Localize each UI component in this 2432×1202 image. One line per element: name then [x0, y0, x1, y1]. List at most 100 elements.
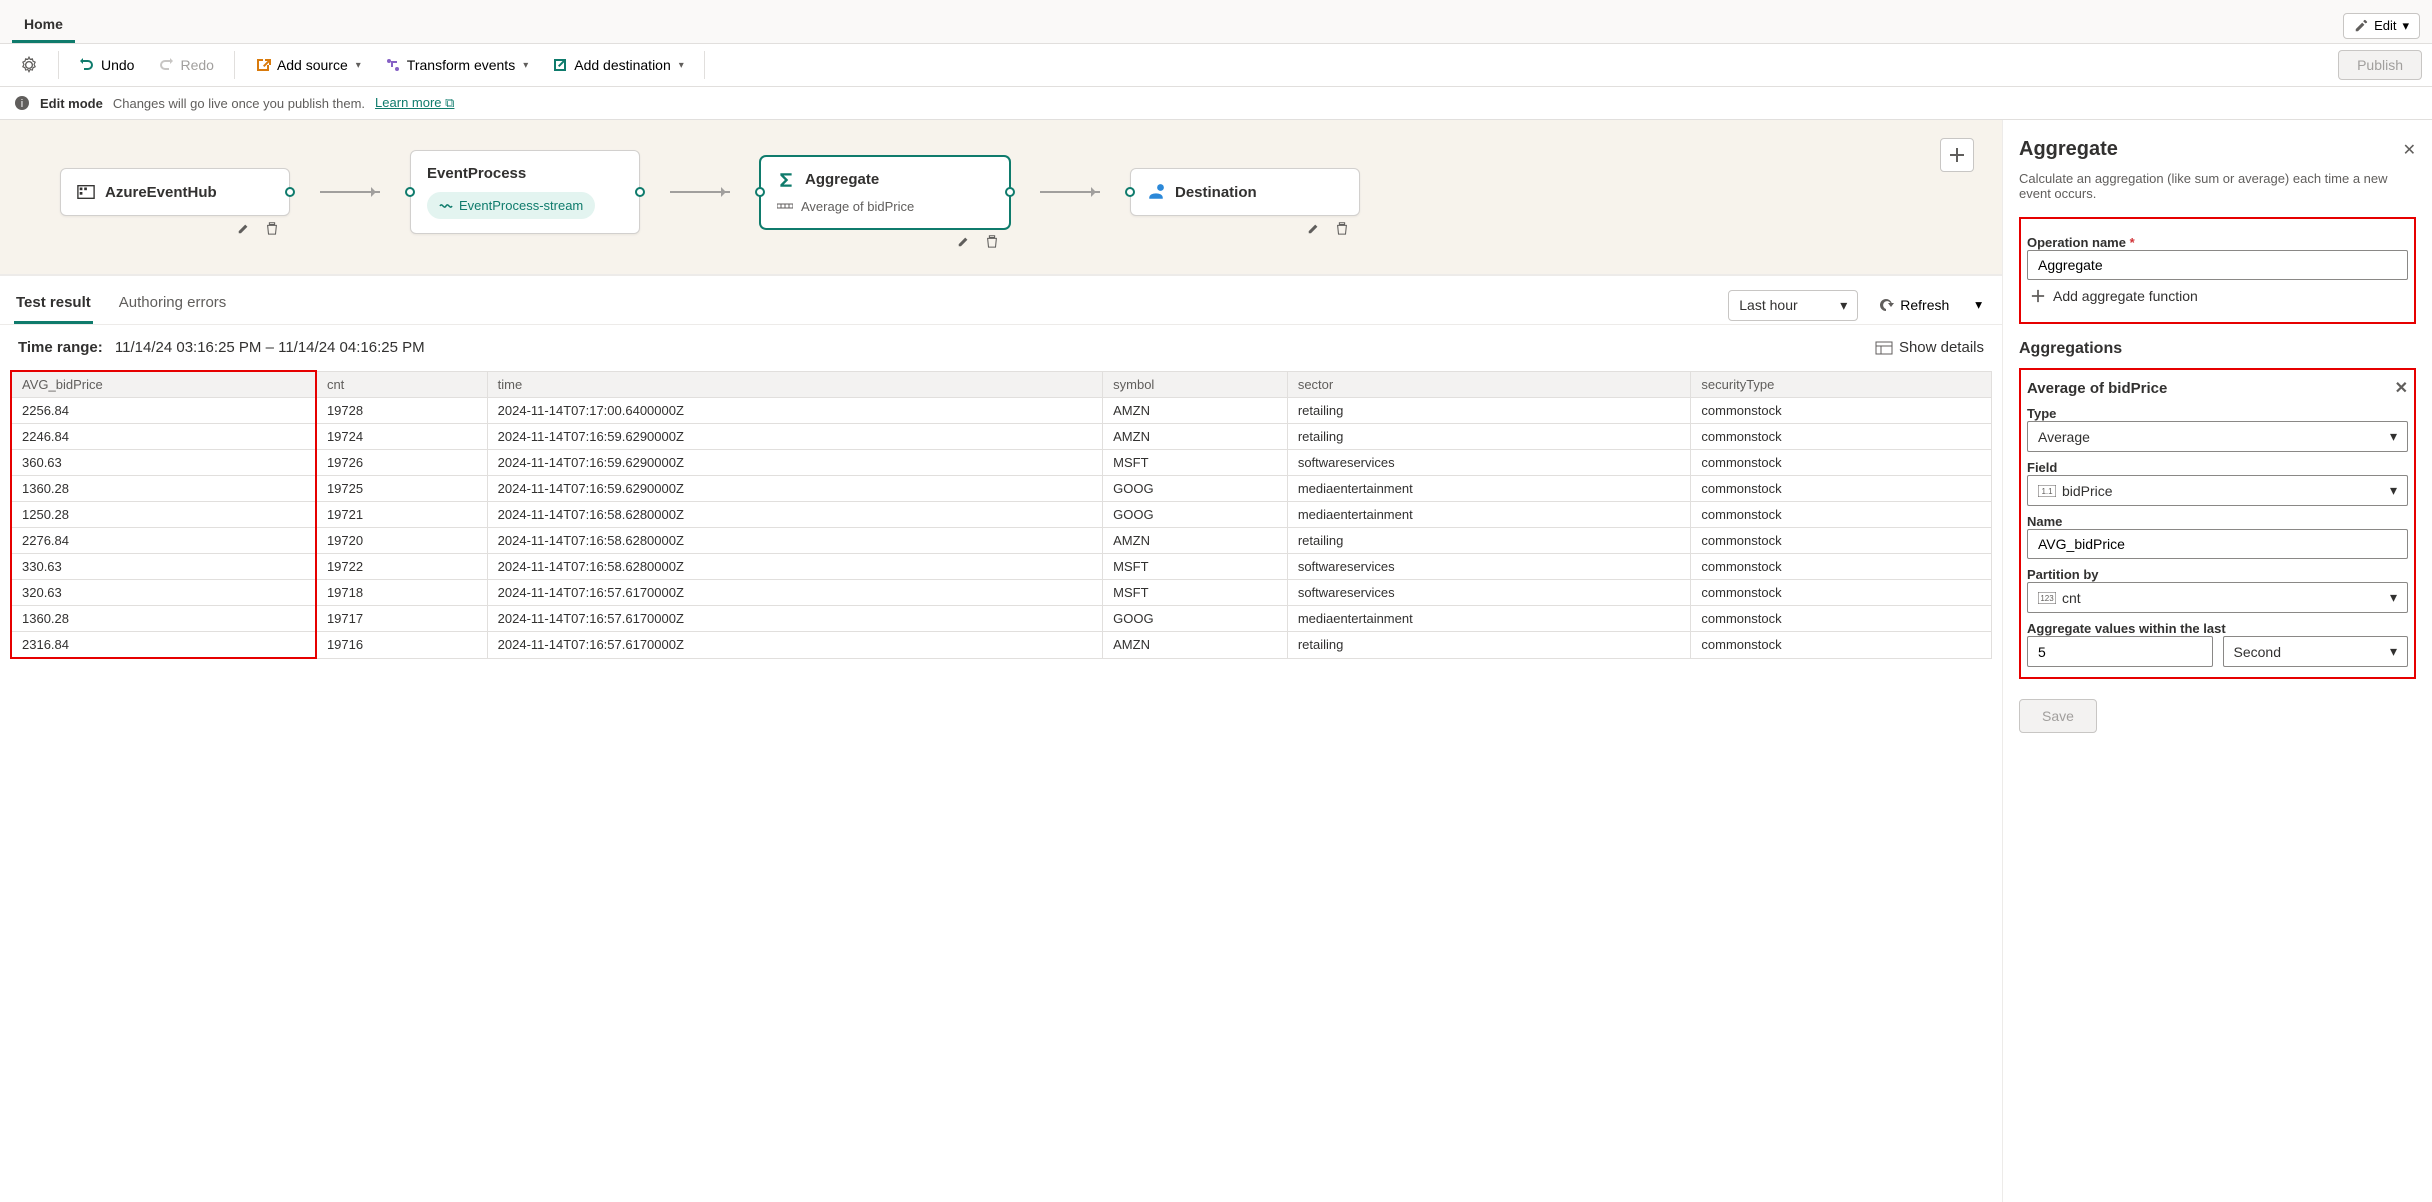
table-cell: AMZN — [1103, 424, 1288, 450]
svg-text:123: 123 — [2040, 594, 2054, 603]
table-header[interactable]: symbol — [1103, 371, 1288, 398]
save-button[interactable]: Save — [2019, 699, 2097, 733]
table-cell: mediaentertainment — [1287, 476, 1691, 502]
chevron-down-icon: ▾ — [1840, 297, 1847, 314]
table-cell: 19721 — [316, 502, 487, 528]
table-header[interactable]: cnt — [316, 371, 487, 398]
arrow-in-icon — [255, 57, 271, 73]
table-row[interactable]: 360.63197262024-11-14T07:16:59.6290000ZM… — [11, 450, 1992, 476]
table-header[interactable]: time — [487, 371, 1102, 398]
publish-button[interactable]: Publish — [2338, 50, 2422, 80]
refresh-icon — [1878, 297, 1894, 313]
table-cell: 2024-11-14T07:17:00.6400000Z — [487, 398, 1102, 424]
chevron-down-icon: ▾ — [2390, 428, 2397, 445]
table-cell: commonstock — [1691, 502, 1992, 528]
node-aggregate[interactable]: Aggregate Average of bidPrice — [760, 156, 1010, 229]
svg-text:i: i — [21, 98, 23, 110]
table-row[interactable]: 1250.28197212024-11-14T07:16:58.6280000Z… — [11, 502, 1992, 528]
table-cell: 19726 — [316, 450, 487, 476]
field-select[interactable]: 1.1 bidPrice ▾ — [2027, 475, 2408, 506]
plus-icon — [2031, 289, 2045, 303]
destination-icon — [1147, 183, 1165, 201]
flow-arrow — [1040, 191, 1100, 193]
table-cell: softwareservices — [1287, 580, 1691, 606]
chevron-down-icon: ▾ — [2390, 643, 2397, 660]
table-row[interactable]: 1360.28197172024-11-14T07:16:57.6170000Z… — [11, 606, 1992, 632]
name-input[interactable] — [2027, 529, 2408, 559]
add-aggregate-function[interactable]: Add aggregate function — [2027, 280, 2408, 312]
node-process[interactable]: EventProcess EventProcess-stream — [410, 150, 640, 234]
tab-test-result[interactable]: Test result — [14, 286, 93, 324]
chevron-down-icon: ▾ — [356, 60, 361, 71]
table-cell: 330.63 — [11, 554, 316, 580]
table-cell: 19717 — [316, 606, 487, 632]
add-source-button[interactable]: Add source ▾ — [245, 51, 371, 79]
table-cell: 19724 — [316, 424, 487, 450]
node-source[interactable]: AzureEventHub — [60, 168, 290, 216]
refresh-button[interactable]: Refresh — [1868, 291, 1959, 319]
table-cell: retailing — [1287, 398, 1691, 424]
edit-dropdown[interactable]: Edit ▾ — [2343, 13, 2420, 39]
table-cell: 360.63 — [11, 450, 316, 476]
trash-icon[interactable] — [261, 217, 283, 239]
table-header[interactable]: securityType — [1691, 371, 1992, 398]
partition-select[interactable]: 123 cnt ▾ — [2027, 582, 2408, 613]
table-row[interactable]: 2256.84197282024-11-14T07:17:00.6400000Z… — [11, 398, 1992, 424]
table-cell: AMZN — [1103, 528, 1288, 554]
table-cell: 19728 — [316, 398, 487, 424]
transform-events-button[interactable]: Transform events ▾ — [375, 51, 538, 79]
redo-button[interactable]: Redo — [148, 51, 223, 79]
table-cell: 1360.28 — [11, 606, 316, 632]
table-row[interactable]: 2246.84197242024-11-14T07:16:59.6290000Z… — [11, 424, 1992, 450]
table-cell: commonstock — [1691, 424, 1992, 450]
table-row[interactable]: 2276.84197202024-11-14T07:16:58.6280000Z… — [11, 528, 1992, 554]
operation-name-input[interactable] — [2027, 250, 2408, 280]
table-header[interactable]: sector — [1287, 371, 1691, 398]
table-cell: GOOG — [1103, 476, 1288, 502]
learn-more-link[interactable]: Learn more ⧉ — [375, 95, 454, 111]
table-row[interactable]: 320.63197182024-11-14T07:16:57.6170000ZM… — [11, 580, 1992, 606]
eventhub-icon — [77, 183, 95, 201]
window-number-input[interactable] — [2027, 636, 2213, 667]
add-node-button[interactable] — [1940, 138, 1974, 172]
pencil-icon[interactable] — [233, 217, 255, 239]
trash-icon[interactable] — [1331, 217, 1353, 239]
table-cell: 2024-11-14T07:16:58.6280000Z — [487, 554, 1102, 580]
show-details-button[interactable]: Show details — [1875, 339, 1984, 356]
table-cell: GOOG — [1103, 502, 1288, 528]
table-cell: commonstock — [1691, 606, 1992, 632]
settings-button[interactable] — [10, 50, 48, 80]
close-icon[interactable]: ✕ — [2395, 378, 2408, 398]
flow-arrow — [320, 191, 380, 193]
pencil-icon[interactable] — [953, 230, 975, 252]
table-row[interactable]: 1360.28197252024-11-14T07:16:59.6290000Z… — [11, 476, 1992, 502]
tab-home[interactable]: Home — [12, 8, 75, 43]
table-header[interactable]: AVG_bidPrice — [11, 371, 316, 398]
trash-icon[interactable] — [981, 230, 1003, 252]
table-cell: 2024-11-14T07:16:59.6290000Z — [487, 450, 1102, 476]
undo-icon — [79, 57, 95, 73]
table-cell: commonstock — [1691, 450, 1992, 476]
stream-pill: EventProcess-stream — [427, 192, 595, 219]
plus-icon — [1949, 147, 1965, 163]
more-options[interactable]: ▾ — [1969, 291, 1988, 319]
panel-description: Calculate an aggregation (like sum or av… — [2019, 171, 2416, 201]
table-cell: retailing — [1287, 528, 1691, 554]
close-icon[interactable]: ✕ — [2403, 140, 2416, 160]
details-icon — [1875, 341, 1893, 355]
window-unit-select[interactable]: Second ▾ — [2223, 636, 2409, 667]
stream-icon — [439, 201, 453, 211]
type-select[interactable]: Average ▾ — [2027, 421, 2408, 452]
pencil-icon[interactable] — [1303, 217, 1325, 239]
undo-button[interactable]: Undo — [69, 51, 144, 79]
table-cell: 2246.84 — [11, 424, 316, 450]
add-destination-button[interactable]: Add destination ▾ — [542, 51, 694, 79]
time-range-select[interactable]: Last hour ▾ — [1728, 290, 1858, 321]
time-range-label: Time range: — [18, 339, 103, 356]
table-cell: 2024-11-14T07:16:57.6170000Z — [487, 606, 1102, 632]
table-row[interactable]: 2316.84197162024-11-14T07:16:57.6170000Z… — [11, 632, 1992, 659]
table-cell: retailing — [1287, 424, 1691, 450]
tab-authoring-errors[interactable]: Authoring errors — [117, 286, 229, 324]
table-row[interactable]: 330.63197222024-11-14T07:16:58.6280000ZM… — [11, 554, 1992, 580]
node-destination[interactable]: Destination — [1130, 168, 1360, 216]
